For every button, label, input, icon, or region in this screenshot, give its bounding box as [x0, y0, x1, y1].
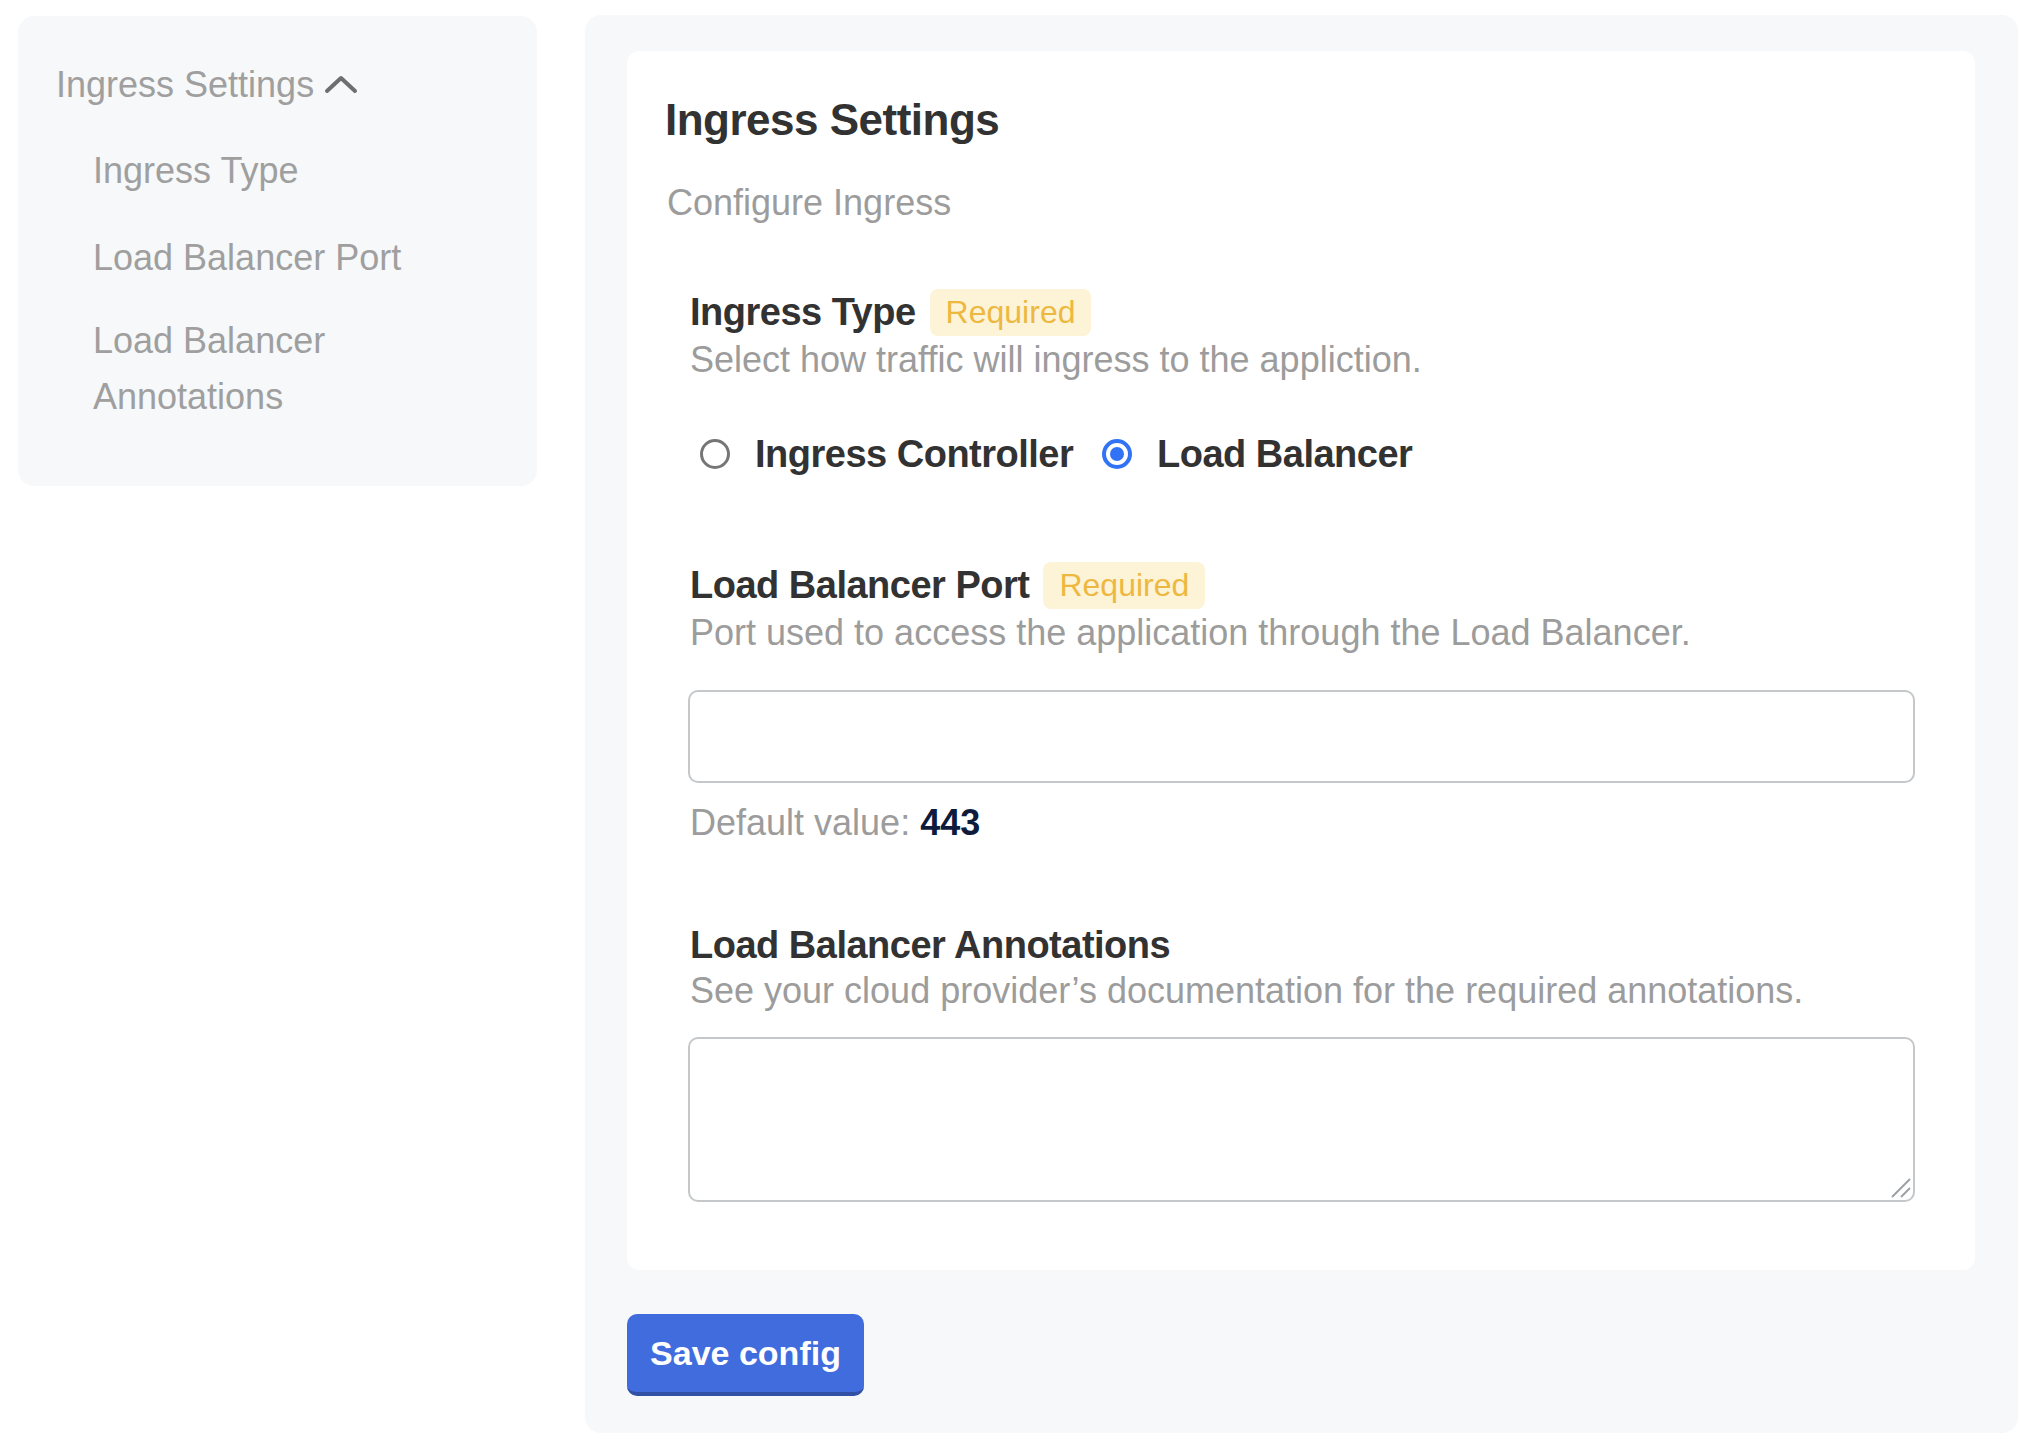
ingress-settings-card: Ingress Settings Configure Ingress Ingre… [627, 51, 1975, 1270]
card-title: Ingress Settings [665, 95, 999, 145]
ingress-type-description: Select how traffic will ingress to the a… [690, 339, 1422, 381]
radio-option-ingress-controller[interactable]: Ingress Controller [700, 431, 1073, 477]
lb-port-label-row: Load Balancer Port Required [690, 562, 1205, 609]
ingress-type-required-badge: Required [930, 289, 1092, 336]
lb-annotations-label-row: Load Balancer Annotations [690, 924, 1170, 967]
lb-annotations-description: See your cloud provider’s documentation … [690, 970, 1803, 1012]
load-balancer-radio-label: Load Balancer [1157, 433, 1412, 476]
ingress-type-label-row: Ingress Type Required [690, 289, 1091, 336]
textarea-resize-handle[interactable] [1888, 1175, 1912, 1199]
load-balancer-radio[interactable] [1102, 439, 1132, 469]
lb-port-default-value: 443 [920, 802, 980, 843]
chevron-up-icon [324, 74, 358, 96]
sidebar-group-label: Ingress Settings [56, 64, 314, 106]
save-config-button[interactable]: Save config [627, 1314, 864, 1396]
lb-port-default-label: Default value: [690, 802, 910, 843]
settings-nav-sidebar: Ingress Settings Ingress Type Load Balan… [18, 16, 537, 486]
sidebar-group-ingress-settings[interactable]: Ingress Settings [56, 57, 358, 113]
card-subtitle: Configure Ingress [667, 182, 951, 224]
lb-port-input[interactable] [688, 690, 1915, 783]
ingress-controller-radio[interactable] [700, 439, 730, 469]
sidebar-item-load-balancer-annotations[interactable]: Load Balancer Annotations [93, 313, 433, 425]
lb-annotations-label: Load Balancer Annotations [690, 924, 1170, 967]
lb-port-default-row: Default value: 443 [690, 802, 980, 844]
sidebar-item-ingress-type[interactable]: Ingress Type [93, 143, 433, 199]
ingress-type-label: Ingress Type [690, 291, 916, 334]
lb-port-required-badge: Required [1043, 562, 1205, 609]
lb-annotations-textarea[interactable] [688, 1037, 1915, 1202]
ingress-controller-radio-label: Ingress Controller [755, 433, 1073, 476]
lb-port-label: Load Balancer Port [690, 564, 1029, 607]
lb-port-description: Port used to access the application thro… [690, 612, 1691, 654]
radio-option-load-balancer[interactable]: Load Balancer [1102, 431, 1412, 477]
sidebar-item-load-balancer-port[interactable]: Load Balancer Port [93, 230, 433, 286]
